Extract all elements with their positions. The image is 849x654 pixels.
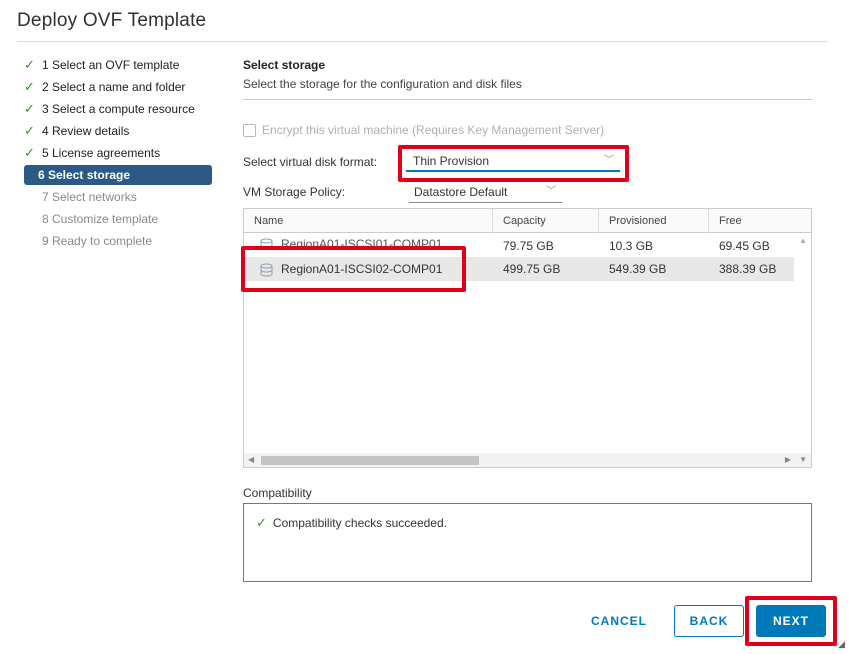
step-2[interactable]: ✓ 2 Select a name and folder [24, 76, 224, 98]
scrollbar-thumb[interactable] [261, 456, 479, 465]
step-label: 8 Customize template [42, 212, 159, 226]
table-header: Name Capacity Provisioned Free [244, 209, 811, 233]
encrypt-checkbox[interactable] [243, 123, 256, 137]
check-icon: ✓ [256, 515, 267, 530]
column-capacity[interactable]: Capacity [493, 209, 599, 233]
highlight-box-next [745, 596, 837, 646]
section-divider [243, 99, 812, 100]
step-3[interactable]: ✓ 3 Select a compute resource [24, 98, 224, 120]
step-9: 9 Ready to complete [24, 230, 224, 252]
cell-capacity: 79.75 GB [503, 239, 554, 253]
step-label: 4 Review details [42, 124, 130, 138]
cell-provisioned: 549.39 GB [609, 262, 667, 276]
step-1[interactable]: ✓ 1 Select an OVF template [24, 54, 224, 76]
cell-free: 69.45 GB [719, 239, 770, 253]
wizard-steps: ✓ 1 Select an OVF template ✓ 2 Select a na… [24, 54, 224, 252]
title-divider [17, 41, 828, 42]
compatibility-text: Compatibility checks succeeded. [272, 516, 447, 530]
step-5[interactable]: ✓ 5 License agreements [24, 142, 224, 164]
check-icon: ✓ [24, 57, 35, 72]
column-name[interactable]: Name [244, 209, 493, 233]
check-icon: ✓ [24, 79, 35, 94]
check-icon: ✓ [24, 123, 35, 138]
step-label: 1 Select an OVF template [42, 58, 180, 72]
chevron-down-icon: ﹀ [546, 186, 556, 197]
encrypt-option: Encrypt this virtual machine (Requires K… [243, 123, 604, 137]
cell-free: 388.39 GB [719, 262, 777, 276]
dialog-title: Deploy OVF Template [17, 10, 207, 31]
step-4[interactable]: ✓ 4 Review details [24, 120, 224, 142]
scroll-up-icon[interactable]: ▲ [799, 236, 807, 245]
compatibility-box: ✓ Compatibility checks succeeded. [243, 503, 812, 582]
cell-provisioned: 10.3 GB [609, 239, 654, 253]
step-8: 8 Customize template [24, 208, 224, 230]
encrypt-label: Encrypt this virtual machine (Requires K… [262, 123, 605, 137]
section-subtitle: Select the storage for the configuration… [243, 77, 522, 91]
check-icon: ✓ [24, 101, 35, 116]
scroll-left-icon[interactable]: ◀ [248, 453, 254, 467]
column-free[interactable]: Free [709, 209, 794, 233]
step-7: 7 Select networks [24, 186, 224, 208]
section-title: Select storage [243, 58, 326, 72]
resize-handle-icon[interactable]: ◢ [838, 639, 845, 650]
step-label: 7 Select networks [42, 190, 137, 204]
storage-policy-value: Datastore Default [414, 185, 508, 199]
compatibility-message: ✓ Compatibility checks succeeded. [256, 515, 447, 531]
column-provisioned[interactable]: Provisioned [599, 209, 709, 233]
step-label: 6 Select storage [38, 168, 131, 182]
cell-capacity: 499.75 GB [503, 262, 561, 276]
highlight-box-disk-format [398, 145, 629, 182]
highlight-box-datastore [241, 246, 466, 292]
step-label: 5 License agreements [42, 146, 161, 160]
step-6-active[interactable]: 6 Select storage [24, 165, 212, 185]
storage-policy-label: VM Storage Policy: [243, 185, 346, 199]
horizontal-scrollbar[interactable]: ◀ ▶ ▼ [244, 453, 811, 467]
compatibility-label: Compatibility [243, 486, 312, 500]
step-label: 2 Select a name and folder [42, 80, 186, 94]
check-icon: ✓ [24, 145, 35, 160]
cancel-button[interactable]: CANCEL [583, 605, 655, 637]
disk-format-label: Select virtual disk format: [243, 155, 378, 169]
step-label: 9 Ready to complete [42, 234, 153, 248]
scroll-right-icon[interactable]: ▶ [785, 453, 791, 467]
back-button[interactable]: BACK [674, 605, 744, 637]
step-label: 3 Select a compute resource [42, 102, 195, 116]
scroll-down-icon[interactable]: ▼ [799, 453, 807, 467]
storage-policy-select[interactable]: Datastore Default ﹀ [409, 181, 562, 203]
